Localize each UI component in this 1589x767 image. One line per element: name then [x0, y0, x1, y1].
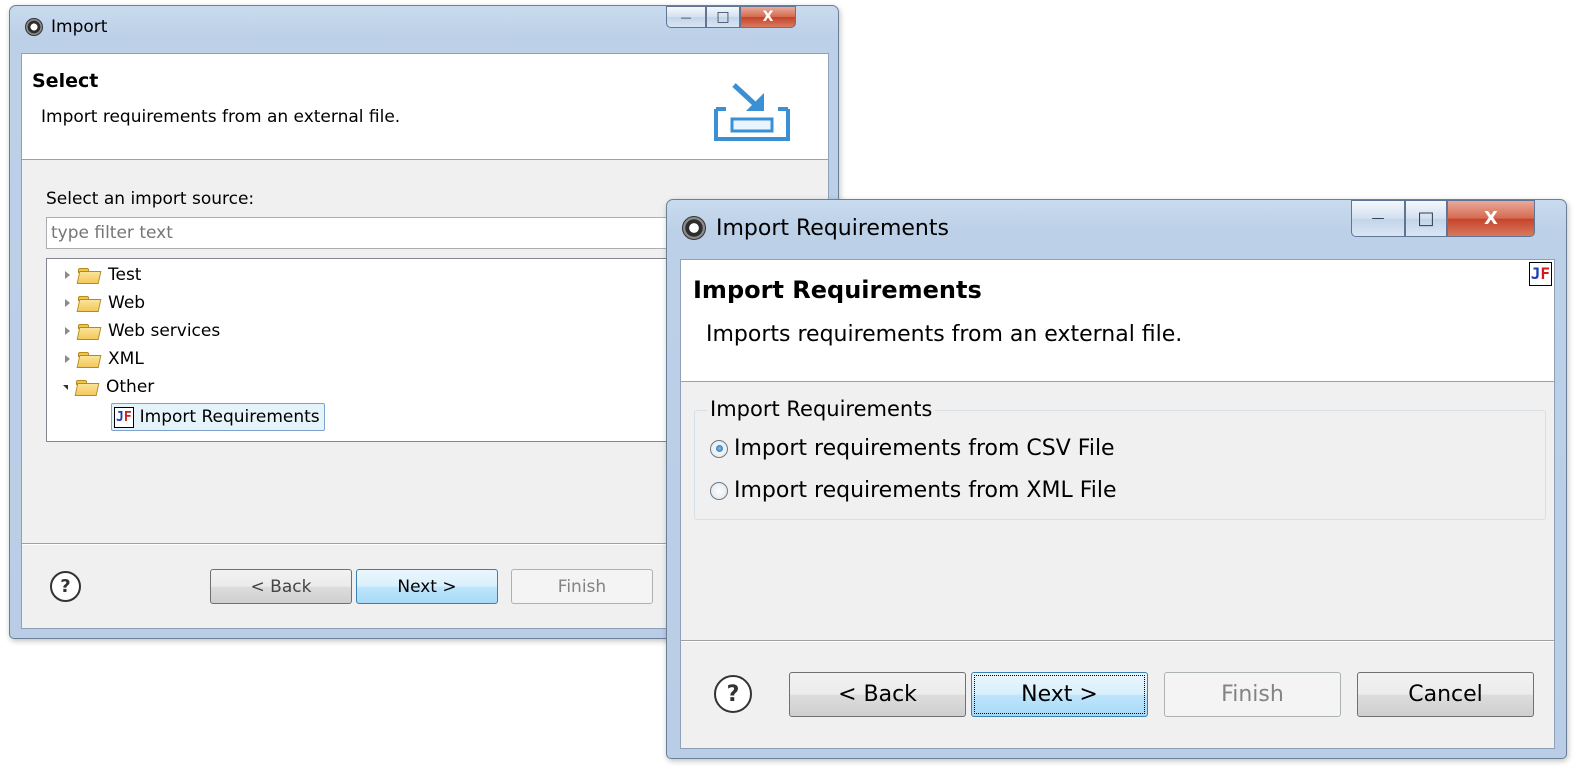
- requirements-icon: JF: [1528, 262, 1552, 286]
- finish-button[interactable]: Finish: [1164, 672, 1341, 717]
- minimize-button[interactable]: —: [1351, 200, 1405, 237]
- requirements-window-controls: — □ X: [1351, 200, 1535, 237]
- tree-item-web[interactable]: Web: [65, 291, 145, 315]
- close-icon: X: [1484, 208, 1498, 229]
- tree-item-label: Other: [106, 377, 155, 397]
- back-button[interactable]: < Back: [210, 569, 352, 604]
- tree-item-web-services[interactable]: Web services: [65, 319, 220, 343]
- folder-icon: [78, 352, 100, 366]
- banner-title: Import Requirements: [693, 276, 982, 304]
- cancel-button[interactable]: Cancel: [1357, 672, 1534, 717]
- minimize-icon: —: [680, 10, 692, 24]
- import-title: Import: [51, 17, 108, 37]
- maximize-icon: □: [1417, 208, 1435, 229]
- group-label: Import Requirements: [707, 397, 936, 421]
- help-icon: ?: [726, 681, 740, 707]
- xml-option-label: Import requirements from XML File: [734, 478, 1117, 503]
- banner-title: Select: [32, 70, 99, 92]
- help-icon: ?: [60, 576, 71, 597]
- expand-icon[interactable]: [65, 271, 70, 279]
- csv-option[interactable]: Import requirements from CSV File: [710, 436, 1115, 461]
- tree-item-label: Web services: [108, 321, 221, 341]
- maximize-button[interactable]: □: [1405, 200, 1447, 237]
- button-separator: [681, 640, 1554, 642]
- eclipse-icon: [25, 18, 43, 36]
- banner-description: Import requirements from an external fil…: [41, 107, 401, 127]
- eclipse-icon: [682, 216, 706, 240]
- source-label: Select an import source:: [46, 189, 255, 209]
- minimize-button[interactable]: —: [666, 6, 706, 28]
- import-window-controls: — □ X: [666, 6, 796, 28]
- import-wizard-icon: [714, 83, 790, 141]
- help-button[interactable]: ?: [714, 675, 752, 713]
- csv-radio[interactable]: [710, 439, 728, 458]
- tree-item-label: Test: [108, 265, 142, 285]
- requirements-icon: JF: [114, 406, 134, 428]
- banner-description: Imports requirements from an external fi…: [706, 322, 1183, 347]
- import-options-group: Import Requirements Import requirements …: [694, 397, 1546, 520]
- maximize-button[interactable]: □: [706, 6, 740, 28]
- help-button[interactable]: ?: [50, 571, 81, 602]
- tree-item-label: XML: [108, 349, 144, 369]
- expand-icon[interactable]: [65, 327, 70, 335]
- requirements-title: Import Requirements: [716, 215, 949, 241]
- expand-icon[interactable]: [65, 299, 70, 307]
- folder-icon: [78, 296, 100, 310]
- folder-open-icon: [76, 380, 98, 394]
- next-button[interactable]: Next >: [356, 569, 498, 604]
- maximize-icon: □: [716, 9, 730, 25]
- collapse-icon[interactable]: [63, 384, 68, 390]
- minimize-icon: —: [1371, 211, 1385, 226]
- expand-icon[interactable]: [65, 355, 70, 363]
- close-button[interactable]: X: [1447, 200, 1535, 237]
- requirements-client: Import Requirements Imports requirements…: [680, 259, 1555, 749]
- tree-item-other[interactable]: Other: [63, 375, 154, 399]
- tree-item-label: Web: [108, 293, 146, 313]
- tree-item-xml[interactable]: XML: [65, 347, 144, 371]
- tree-item-label: Import Requirements: [139, 407, 320, 427]
- xml-radio[interactable]: [710, 481, 728, 500]
- tree-item-test[interactable]: Test: [65, 263, 141, 287]
- back-button[interactable]: < Back: [789, 672, 966, 717]
- folder-icon: [78, 324, 100, 338]
- xml-option[interactable]: Import requirements from XML File: [710, 478, 1117, 503]
- import-requirements-dialog: Import Requirements — □ X Import Require…: [666, 199, 1567, 759]
- csv-option-label: Import requirements from CSV File: [734, 436, 1115, 461]
- tree-item-import-requirements[interactable]: JF Import Requirements: [111, 403, 325, 431]
- folder-icon: [78, 268, 100, 282]
- next-button[interactable]: Next >: [971, 672, 1148, 717]
- close-icon: X: [762, 9, 774, 25]
- finish-button[interactable]: Finish: [511, 569, 653, 604]
- requirements-banner: Import Requirements Imports requirements…: [681, 260, 1554, 382]
- close-button[interactable]: X: [740, 6, 796, 28]
- import-banner: Select Import requirements from an exter…: [22, 54, 828, 160]
